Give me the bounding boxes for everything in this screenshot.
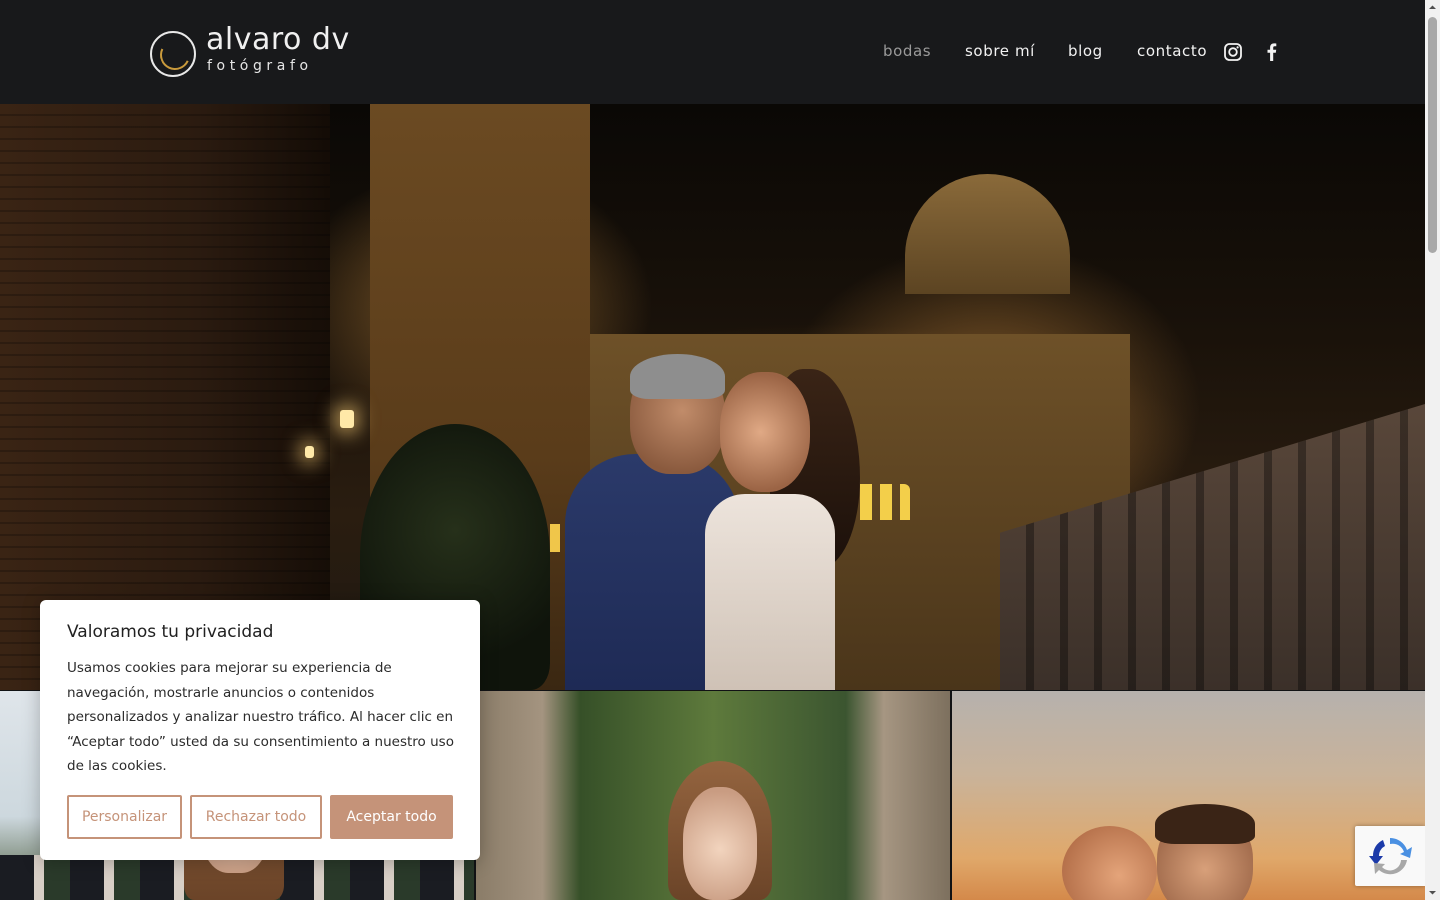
nav-item-bodas[interactable]: bodas [883,42,931,60]
cookie-description: Usamos cookies para mejorar su experienc… [67,660,454,774]
site-header: alvaro dv fotógrafo bodas sobre mí blog … [0,0,1425,104]
hero-dome [905,174,1070,294]
street-lamp [305,446,314,458]
recaptcha-icon [1369,838,1412,875]
street-lamp [340,410,354,428]
cookie-consent-dialog: Valoramos tu privacidad Usamos cookies p… [40,600,480,860]
page: alvaro dv fotógrafo bodas sobre mí blog … [0,0,1440,900]
reject-all-button[interactable]: Rechazar todo [190,795,322,839]
nav-item-blog[interactable]: blog [1068,42,1103,60]
bride-head [720,372,810,492]
scroll-up-arrow-icon[interactable] [1425,0,1440,15]
customize-button[interactable]: Personalizar [67,795,182,839]
site-logo[interactable]: alvaro dv fotógrafo [150,22,362,80]
cookie-title: Valoramos tu privacidad [67,622,274,642]
logo-subtitle: fotógrafo [207,58,313,74]
recaptcha-badge[interactable] [1355,826,1425,886]
logo-name: alvaro dv [206,22,350,57]
bride-dress [705,494,835,690]
scrollbar-thumb[interactable] [1428,17,1437,253]
page-scrollbar[interactable] [1425,0,1440,900]
facebook-icon[interactable] [1262,42,1282,62]
instagram-icon[interactable] [1223,42,1243,62]
woman-head [1062,826,1157,900]
groom-hair [630,354,725,399]
bride-face [683,787,757,900]
scroll-down-arrow-icon[interactable] [1425,885,1440,900]
nav-item-sobre-mi[interactable]: sobre mí [965,42,1035,60]
accept-all-button[interactable]: Aceptar todo [330,795,453,839]
man-hair [1155,804,1255,844]
bride-portrait-layer [476,691,950,900]
nav-item-contacto[interactable]: contacto [1137,42,1207,60]
